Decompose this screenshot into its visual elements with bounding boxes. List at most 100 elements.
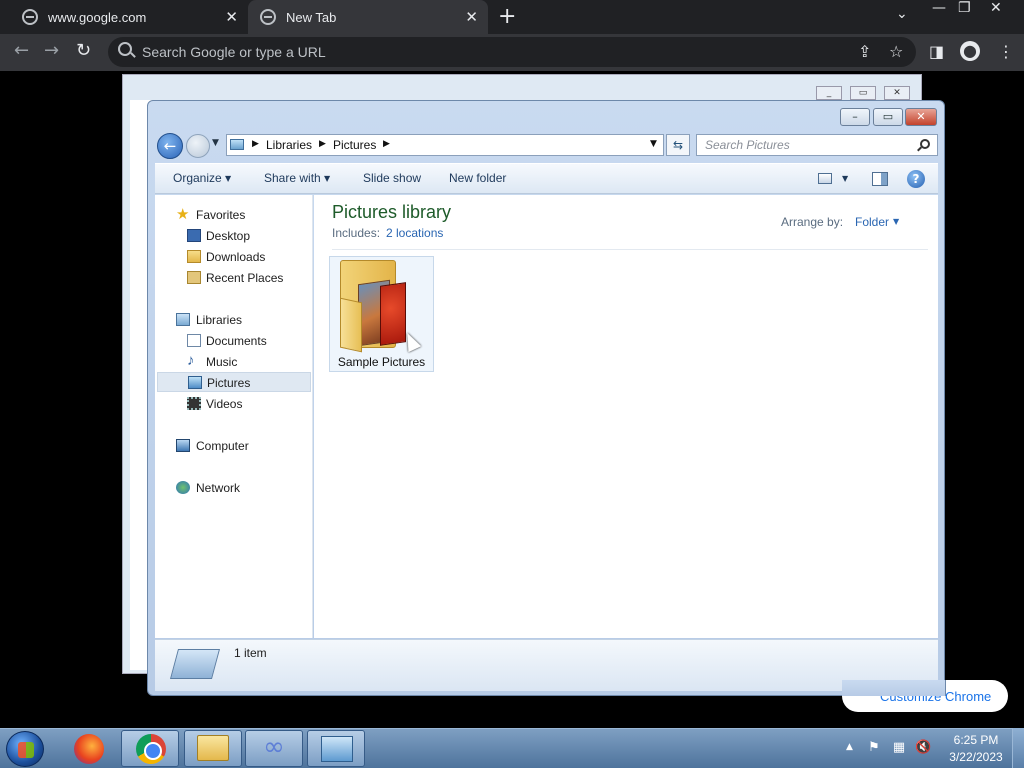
show-desktop-button[interactable] bbox=[1012, 728, 1024, 768]
search-icon[interactable] bbox=[920, 139, 930, 149]
slide-show-button[interactable]: Slide show bbox=[363, 171, 421, 185]
volume-muted-icon[interactable]: 🔇 bbox=[915, 740, 931, 756]
share-icon[interactable]: ⇪ bbox=[858, 42, 871, 61]
explorer-frame-edge bbox=[842, 680, 946, 696]
share-with-button[interactable]: Share with bbox=[264, 171, 321, 185]
tab-new-tab[interactable]: New Tab ✕ bbox=[248, 0, 488, 34]
sidebar-item-videos[interactable]: Videos bbox=[157, 394, 311, 414]
chevron-down-icon[interactable]: ▼ bbox=[324, 174, 330, 183]
maximize-icon[interactable]: ▭ bbox=[873, 108, 903, 126]
address-dropdown-icon[interactable]: ▼ bbox=[650, 139, 657, 149]
details-pane bbox=[155, 639, 938, 691]
film-icon bbox=[187, 397, 201, 410]
breadcrumb-arrow-icon[interactable]: ▶ bbox=[252, 139, 259, 149]
file-explorer-icon bbox=[197, 735, 229, 761]
control-panel-icon bbox=[321, 736, 353, 762]
sidebar-item-music[interactable]: ♪ Music bbox=[157, 352, 311, 372]
close-window-icon[interactable]: ✕ bbox=[990, 0, 1002, 16]
sidebar-item-favorites[interactable]: ★ Favorites bbox=[157, 205, 311, 225]
back-arrow-icon[interactable]: ← bbox=[157, 133, 183, 159]
refresh-icon[interactable]: ⇆ bbox=[666, 134, 690, 156]
includes-label: Includes: bbox=[332, 226, 381, 240]
tab-label: www.google.com bbox=[48, 9, 147, 25]
show-hidden-icons-icon[interactable]: ▲ bbox=[846, 742, 853, 752]
firefox-icon bbox=[74, 734, 104, 764]
page-title: Pictures library bbox=[332, 202, 452, 222]
tab-google[interactable]: www.google.com ✕ bbox=[0, 0, 248, 34]
omnibox-placeholder[interactable]: Search Google or type a URL bbox=[142, 44, 326, 60]
sidebar-item-documents[interactable]: Documents bbox=[157, 331, 311, 351]
document-icon bbox=[187, 334, 201, 347]
music-note-icon: ♪ bbox=[187, 352, 195, 369]
sidebar-item-pictures[interactable]: Pictures bbox=[157, 372, 311, 392]
clock-date[interactable]: 3/22/2023 bbox=[946, 750, 1006, 764]
sidebar-item-recent-places[interactable]: Recent Places bbox=[157, 268, 311, 288]
preview-pane-icon[interactable] bbox=[872, 172, 888, 186]
back-arrow-icon[interactable]: ← bbox=[14, 40, 29, 61]
computer-icon bbox=[176, 439, 190, 452]
downloads-folder-icon bbox=[187, 250, 201, 263]
forward-arrow-icon[interactable] bbox=[186, 134, 210, 158]
globe-icon bbox=[22, 9, 38, 25]
profile-avatar-icon[interactable]: ● bbox=[960, 41, 980, 61]
star-icon: ★ bbox=[176, 206, 190, 223]
desktop-icon bbox=[187, 229, 201, 242]
bookmark-star-icon[interactable]: ☆ bbox=[889, 42, 903, 61]
recent-pages-dropdown-icon[interactable]: ▼ bbox=[212, 138, 219, 148]
chevron-down-icon[interactable]: ⌄ bbox=[896, 6, 908, 22]
minimize-icon[interactable]: – bbox=[840, 108, 870, 126]
tab-label: New Tab bbox=[286, 9, 337, 25]
arrange-by-label: Arrange by: bbox=[781, 215, 844, 229]
breadcrumb-arrow-icon[interactable]: ▶ bbox=[383, 139, 390, 149]
search-placeholder: Search Pictures bbox=[705, 138, 790, 152]
start-button[interactable] bbox=[6, 731, 44, 767]
reload-icon[interactable]: ↻ bbox=[76, 40, 91, 61]
minimize-icon[interactable]: _ bbox=[816, 86, 842, 100]
libraries-icon bbox=[176, 313, 190, 326]
change-view-icon[interactable] bbox=[818, 173, 832, 184]
sidebar-item-libraries[interactable]: Libraries bbox=[157, 310, 311, 330]
sidebar-item-computer[interactable]: Computer bbox=[157, 436, 311, 456]
sidebar-item-network[interactable]: Network bbox=[157, 478, 311, 498]
breadcrumb-libraries[interactable]: Libraries bbox=[266, 138, 312, 152]
divider bbox=[332, 249, 928, 250]
new-tab-icon[interactable]: + bbox=[498, 4, 516, 29]
minimize-icon[interactable]: — bbox=[932, 0, 946, 16]
action-center-flag-icon[interactable]: ⚑ bbox=[866, 740, 882, 756]
item-count: 1 item bbox=[234, 646, 267, 660]
library-icon bbox=[230, 139, 244, 150]
sidebar-item-desktop[interactable]: Desktop bbox=[157, 226, 311, 246]
chevron-down-icon[interactable]: ▼ bbox=[842, 174, 848, 183]
chevron-down-icon[interactable]: ▼ bbox=[225, 174, 231, 183]
sidebar-item-downloads[interactable]: Downloads bbox=[157, 247, 311, 267]
folder-label[interactable]: Sample Pictures bbox=[329, 355, 434, 369]
close-window-icon[interactable]: ✕ bbox=[905, 108, 937, 126]
network-icon bbox=[176, 481, 190, 494]
network-status-icon[interactable]: ▦ bbox=[891, 740, 907, 756]
arrange-by-dropdown[interactable]: Folder bbox=[855, 215, 889, 229]
close-window-icon[interactable]: ✕ bbox=[884, 86, 910, 100]
search-icon bbox=[118, 42, 132, 56]
locations-link[interactable]: 2 locations bbox=[386, 226, 443, 240]
restore-icon[interactable]: ▭ bbox=[850, 86, 876, 100]
close-tab-icon[interactable]: ✕ bbox=[225, 8, 238, 26]
clock-time[interactable]: 6:25 PM bbox=[946, 733, 1006, 747]
folder-flap bbox=[340, 297, 362, 353]
infinity-icon: ∞ bbox=[263, 732, 285, 762]
new-folder-button[interactable]: New folder bbox=[449, 171, 506, 185]
close-tab-icon[interactable]: ✕ bbox=[465, 8, 478, 26]
pictures-icon bbox=[188, 376, 202, 389]
chevron-down-icon[interactable]: ▼ bbox=[893, 217, 899, 226]
side-panel-icon[interactable]: ◨ bbox=[929, 42, 944, 61]
library-large-icon bbox=[169, 649, 221, 679]
help-icon[interactable]: ? bbox=[907, 170, 925, 188]
breadcrumb-pictures[interactable]: Pictures bbox=[333, 138, 376, 152]
chrome-icon bbox=[136, 734, 166, 764]
organize-button[interactable]: Organize bbox=[173, 171, 222, 185]
chrome-icon bbox=[260, 9, 276, 25]
recent-places-icon bbox=[187, 271, 201, 284]
breadcrumb-arrow-icon[interactable]: ▶ bbox=[319, 139, 326, 149]
restore-icon[interactable]: ❐ bbox=[958, 0, 971, 16]
forward-arrow-icon[interactable]: → bbox=[44, 40, 59, 61]
more-menu-icon[interactable]: ⋮ bbox=[998, 42, 1014, 61]
